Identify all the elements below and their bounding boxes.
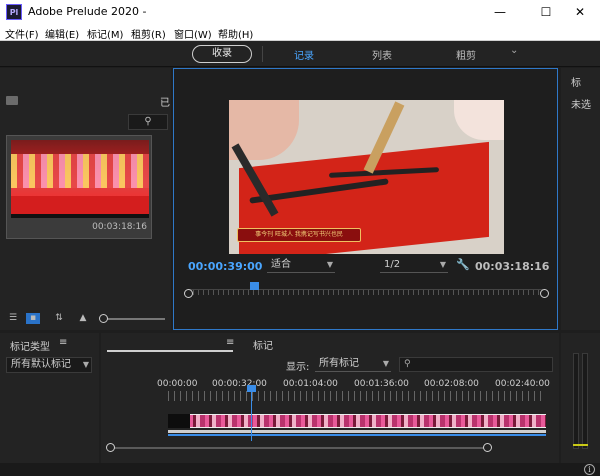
clip-audio-bar (168, 430, 546, 433)
clip-duration: 00:03:18:16 (92, 222, 147, 232)
chevron-down-icon: ▼ (82, 360, 89, 369)
audio-meter-right (582, 353, 588, 449)
timeline-active-tab-indicator[interactable] (107, 350, 233, 352)
timeline-playhead[interactable] (247, 385, 256, 392)
duration-timecode: 00:03:18:16 (475, 260, 550, 273)
timeline-scrollbar[interactable] (111, 447, 491, 449)
current-timecode[interactable]: 00:00:39:00 (188, 260, 262, 273)
timeline-search-input[interactable]: ⚲ (399, 357, 553, 372)
thumbnail-zoom-knob[interactable] (99, 314, 108, 323)
monitor-playhead[interactable] (250, 282, 259, 290)
marker-types-panel: 标记类型 ≡ 所有默认标记 ▼ (0, 333, 99, 463)
clip-filmstrip-head (168, 414, 190, 428)
metadata-panel: 标 未选 (561, 68, 600, 330)
marker-default-value: 所有默认标记 (11, 359, 71, 370)
menu-help[interactable]: 帮助(H) (218, 26, 253, 41)
audio-meter-left (573, 353, 579, 449)
timeline-menu-icon[interactable]: ≡ (226, 337, 234, 348)
list-view-icon[interactable]: ☰ (6, 313, 20, 324)
video-preview[interactable]: 事今刊 旺城人 我携记写书兴也民 (229, 100, 504, 254)
menu-file[interactable]: 文件(F) (5, 26, 39, 41)
close-button[interactable]: ✕ (560, 0, 600, 24)
project-panel-label: 已 (160, 98, 170, 109)
ruler-label: 00:00:00 (157, 379, 198, 389)
icon-view-icon[interactable]: ▪ (26, 313, 40, 324)
clip-thumbnail-image (11, 140, 149, 218)
show-filter-label: 显示: (286, 362, 310, 373)
clip-thumbnail-card[interactable]: 00:03:18:16 (6, 135, 152, 239)
wrench-icon[interactable]: 🔧 (456, 258, 470, 271)
chevron-down-icon: ▼ (382, 359, 389, 368)
ingest-button[interactable]: 收录 (192, 45, 252, 63)
search-icon: ⚲ (404, 359, 411, 369)
thumbnail-zoom-slider[interactable] (105, 318, 165, 320)
ruler-label: 00:01:04:00 (283, 379, 338, 389)
scroll-start-handle[interactable] (106, 443, 115, 452)
resolution-select[interactable]: 1/2 ▼ (380, 257, 448, 273)
tab-logging[interactable]: 记录 (294, 47, 314, 62)
zoom-fit-select[interactable]: 适合 ▼ (267, 257, 335, 273)
scroll-end-handle[interactable] (483, 443, 492, 452)
ruler-label: 00:00:32:00 (212, 379, 267, 389)
ruler-label: 00:02:08:00 (424, 379, 479, 389)
project-search-button[interactable]: ⚲ (128, 114, 168, 130)
workspace-more-icon[interactable]: ⌄ (510, 45, 518, 56)
monitor-panel: 事今刊 旺城人 我携记写书兴也民 00:00:39:00 适合 ▼ 1/2 ▼ … (173, 68, 558, 330)
audio-meter (561, 333, 600, 463)
chevron-down-icon: ▼ (439, 260, 446, 269)
ruler-label: 00:02:40:00 (495, 379, 550, 389)
metadata-panel-status: 未选 (571, 100, 591, 111)
marker-types-title: 标记类型 (10, 342, 50, 353)
audio-meter-level (573, 444, 588, 446)
prelude-app-icon: Pl (6, 4, 22, 20)
info-icon[interactable]: i (584, 464, 595, 475)
menu-roughcut[interactable]: 租剪(R) (131, 26, 166, 41)
workspace-divider (262, 46, 263, 62)
sort-icon[interactable]: ⇅ (52, 313, 66, 324)
in-point-handle[interactable] (184, 289, 193, 298)
timeline-panel: ≡ 标记 显示: 所有标记 ▼ ⚲ 00:00:00 00:00:32:00 0… (101, 333, 559, 463)
show-filter-value: 所有标记 (319, 358, 359, 369)
chevron-down-icon: ▼ (326, 260, 333, 269)
title-bar: Pl Adobe Prelude 2020 - — ☐ ✕ (0, 0, 600, 24)
menu-bar: 文件(F) 编辑(E) 标记(M) 租剪(R) 窗口(W) 帮助(H) (0, 24, 600, 41)
search-icon: ⚲ (144, 116, 152, 127)
metadata-panel-title: 标 (571, 78, 581, 89)
menu-marker[interactable]: 标记(M) (87, 26, 123, 41)
workspace-bar: 收录 记录 列表 粗剪 ⌄ (0, 41, 600, 67)
menu-edit[interactable]: 编辑(E) (45, 26, 79, 41)
project-toolbar: ☰ ▪ ⇅ ▲ (0, 308, 171, 330)
status-bar: i (0, 463, 600, 476)
clip-track-line (168, 434, 546, 436)
tab-markers[interactable]: 标记 (253, 337, 273, 352)
out-point-handle[interactable] (540, 289, 549, 298)
timeline-playhead-line[interactable] (251, 389, 252, 441)
marker-default-select[interactable]: 所有默认标记 ▼ (6, 357, 92, 373)
video-caption: 事今刊 旺城人 我携记写书兴也民 (237, 228, 361, 242)
resolution-value: 1/2 (384, 259, 401, 270)
timeline-ruler[interactable] (168, 391, 546, 401)
project-panel: 已 ⚲ 00:03:18:16 ☰ ▪ ⇅ ▲ (0, 68, 171, 330)
monitor-scrub-bar[interactable] (188, 289, 543, 295)
folder-icon[interactable] (6, 96, 18, 105)
zoom-fit-value: 适合 (271, 259, 291, 270)
minimize-button[interactable]: — (480, 0, 520, 24)
menu-window[interactable]: 窗口(W) (174, 26, 212, 41)
ruler-label: 00:01:36:00 (354, 379, 409, 389)
clip-filmstrip[interactable] (168, 414, 546, 428)
tab-list[interactable]: 列表 (372, 47, 392, 62)
window-title: Adobe Prelude 2020 - (28, 5, 147, 18)
show-filter-select[interactable]: 所有标记 ▼ (315, 356, 391, 372)
triangle-icon[interactable]: ▲ (76, 313, 90, 324)
panel-menu-icon[interactable]: ≡ (59, 337, 67, 348)
tab-roughcut[interactable]: 粗剪 (456, 47, 476, 62)
